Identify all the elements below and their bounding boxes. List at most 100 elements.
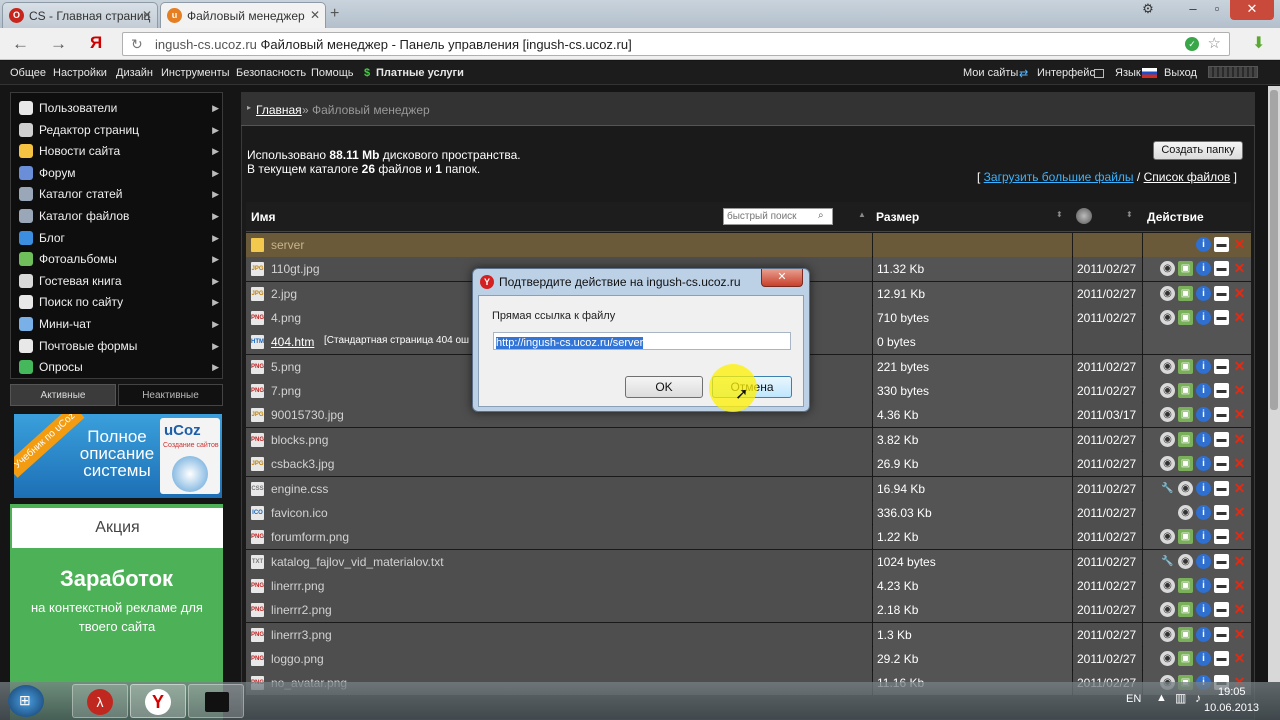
delete-icon[interactable]: ✕ — [1232, 650, 1247, 666]
delete-icon[interactable]: ✕ — [1232, 383, 1247, 398]
sidebar-item-6[interactable]: Каталог файлов ▶ — [17, 206, 221, 226]
table-row[interactable]: PNG forumform.png 1.22 Kb 2011/02/27 ◉ ▣ i ▬ ✕ — [246, 525, 1251, 550]
delete-icon[interactable]: ✕ — [1232, 237, 1247, 252]
window-close-button[interactable]: ✕ — [1230, 0, 1274, 20]
delete-icon[interactable]: ✕ — [1232, 407, 1247, 422]
sidebar-item-2[interactable]: Редактор страниц ▶ — [17, 120, 221, 140]
info-icon[interactable]: i — [1196, 602, 1211, 618]
sidebar-item-3[interactable]: Новости сайта ▶ — [17, 141, 221, 161]
resize-handle[interactable] — [1208, 66, 1258, 78]
clock-icon[interactable] — [1076, 208, 1092, 224]
delete-icon[interactable]: ✕ — [1232, 577, 1247, 593]
reload-icon[interactable]: ↻ — [131, 36, 143, 53]
speaker-icon[interactable]: ♪ — [1195, 691, 1201, 705]
move-icon[interactable]: ▬ — [1214, 529, 1229, 545]
move-icon[interactable]: ▬ — [1214, 261, 1229, 277]
menu-interface[interactable]: Интерфейс — [1037, 67, 1095, 79]
sidebar-item-9[interactable]: Гостевая книга ▶ — [17, 271, 221, 291]
file-list-link[interactable]: Список файлов — [1144, 170, 1231, 184]
minimize-button[interactable]: – — [1182, 0, 1204, 20]
eye-icon[interactable]: ◉ — [1160, 407, 1175, 423]
sort-icon[interactable]: ▲ — [858, 210, 866, 219]
eye-icon[interactable]: ◉ — [1160, 431, 1175, 447]
image-icon[interactable]: ▣ — [1178, 310, 1193, 326]
image-icon[interactable]: ▣ — [1178, 626, 1193, 642]
star-icon[interactable]: ☆ — [1208, 34, 1221, 52]
file-name[interactable]: favicon.ico — [271, 506, 328, 520]
settings-icon[interactable]: ⚙ — [1136, 0, 1160, 20]
clock-date[interactable]: 10.06.2013 — [1204, 702, 1259, 714]
info-icon[interactable]: i — [1196, 383, 1211, 399]
info-icon[interactable]: i — [1196, 285, 1211, 301]
file-name[interactable]: 2.jpg — [271, 287, 297, 301]
file-name[interactable]: forumform.png — [271, 530, 349, 544]
table-row[interactable]: server i ▬ ✕ — [246, 233, 1251, 257]
table-row[interactable]: CSS engine.css 16.94 Kb 2011/02/27 🔧 ◉ i ▬ ✕ — [246, 476, 1251, 501]
url-field[interactable]: ↻ ingush-cs.ucoz.ru Файловый менеджер - … — [122, 32, 1230, 56]
menu-security[interactable]: Безопасность — [236, 67, 306, 79]
move-icon[interactable]: ▬ — [1214, 237, 1229, 252]
table-row[interactable]: TXT katalog_fajlov_vid_materialov.txt 1024… — [246, 549, 1251, 574]
menu-settings[interactable]: Настройки — [53, 67, 107, 79]
file-name[interactable]: linerrr.png — [271, 579, 324, 593]
start-button[interactable]: ⊞ — [8, 685, 44, 717]
sidebar-item-7[interactable]: Блог ▶ — [17, 228, 221, 248]
move-icon[interactable]: ▬ — [1214, 480, 1229, 496]
move-icon[interactable]: ▬ — [1214, 626, 1229, 642]
menu-tools[interactable]: Инструменты — [161, 67, 230, 79]
scrollbar[interactable] — [1268, 86, 1280, 682]
move-icon[interactable]: ▬ — [1214, 456, 1229, 472]
checkbox-icon[interactable] — [1094, 69, 1104, 78]
delete-icon[interactable]: ✕ — [1232, 480, 1247, 496]
taskbar-app-halflife[interactable]: λ — [72, 684, 128, 718]
file-name[interactable]: 7.png — [271, 384, 301, 398]
file-name[interactable]: 90015730.jpg — [271, 408, 344, 422]
maximize-button[interactable]: ▫ — [1206, 0, 1228, 20]
image-icon[interactable]: ▣ — [1178, 285, 1193, 301]
delete-icon[interactable]: ✕ — [1232, 529, 1247, 544]
menu-logout[interactable]: Выход — [1164, 67, 1197, 79]
clock-time[interactable]: 19:05 — [1218, 686, 1246, 698]
file-name[interactable]: linerrr2.png — [271, 603, 332, 617]
image-icon[interactable]: ▣ — [1178, 261, 1193, 277]
move-icon[interactable]: ▬ — [1214, 358, 1229, 374]
info-icon[interactable]: i — [1196, 529, 1211, 545]
delete-icon[interactable]: ✕ — [1232, 358, 1247, 374]
delete-icon[interactable]: ✕ — [1232, 310, 1247, 325]
file-name[interactable]: katalog_fajlov_vid_materialov.txt — [271, 555, 444, 569]
file-name[interactable]: linerrr3.png — [271, 628, 332, 642]
table-row[interactable]: ICO favicon.ico 336.03 Kb 2011/02/27 ◉ i ▬ ✕ — [246, 500, 1251, 525]
delete-icon[interactable]: ✕ — [1232, 431, 1247, 447]
search-icon[interactable]: ⌕ — [818, 210, 824, 221]
back-arrow-icon[interactable]: ← — [12, 34, 29, 54]
info-icon[interactable]: i — [1196, 626, 1211, 642]
info-icon[interactable]: i — [1196, 261, 1211, 277]
ok-button[interactable]: OK — [625, 376, 703, 398]
move-icon[interactable]: ▬ — [1214, 577, 1229, 593]
taskbar-app-yandex[interactable]: Y — [130, 684, 186, 718]
sidebar-item-11[interactable]: Мини-чат ▶ — [17, 314, 221, 334]
move-icon[interactable]: ▬ — [1214, 553, 1229, 569]
tab-file-manager[interactable]: u Файловый менеджер ✕ — [160, 2, 326, 28]
delete-icon[interactable]: ✕ — [1232, 602, 1247, 617]
delete-icon[interactable]: ✕ — [1232, 553, 1247, 569]
move-icon[interactable]: ▬ — [1214, 602, 1229, 618]
image-icon[interactable]: ▣ — [1178, 456, 1193, 472]
delete-icon[interactable]: ✕ — [1232, 456, 1247, 471]
image-icon[interactable]: ▣ — [1178, 602, 1193, 618]
sidebar-item-13[interactable]: Опросы ▶ — [17, 357, 221, 377]
eye-icon[interactable]: ◉ — [1160, 310, 1175, 326]
file-name[interactable]: 110gt.jpg — [271, 262, 320, 276]
wrench-icon[interactable]: 🔧 — [1160, 554, 1175, 569]
info-icon[interactable]: i — [1196, 480, 1211, 496]
menu-paid-services[interactable]: Платные услуги — [376, 67, 464, 79]
download-icon[interactable]: ⬇ — [1252, 33, 1265, 53]
move-icon[interactable]: ▬ — [1214, 310, 1229, 326]
file-name[interactable]: server — [271, 238, 304, 252]
file-name[interactable]: loggo.png — [271, 652, 324, 666]
check-icon[interactable]: ✓ — [1185, 37, 1199, 51]
eye-icon[interactable]: ◉ — [1178, 480, 1193, 496]
create-folder-button[interactable]: Создать папку — [1153, 141, 1243, 160]
info-icon[interactable]: i — [1196, 431, 1211, 447]
menu-language[interactable]: Язык — [1115, 67, 1141, 79]
